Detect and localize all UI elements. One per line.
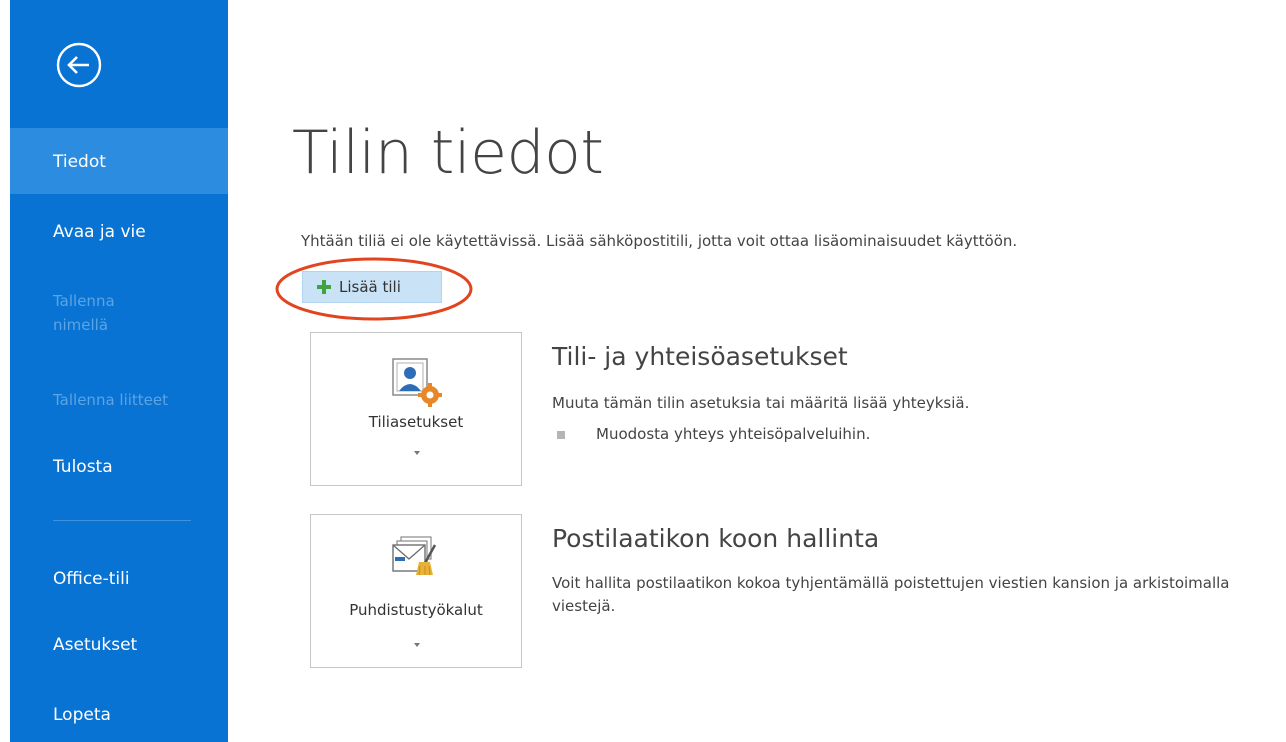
add-account-button[interactable]: Lisää tili xyxy=(302,271,442,303)
sidebar-item-tallenna-nimella: Tallenna nimellä xyxy=(10,282,228,342)
account-settings-label: Tiliasetukset xyxy=(368,413,464,431)
sidebar-divider xyxy=(53,520,191,521)
account-settings-heading: Tili- ja yhteisöasetukset xyxy=(552,342,848,371)
account-settings-description: Muuta tämän tilin asetuksia tai määritä … xyxy=(552,394,970,412)
cleanup-tools-tile[interactable]: Puhdistustyökalut xyxy=(310,514,522,668)
back-arrow-circle-icon xyxy=(56,42,102,88)
chevron-down-icon xyxy=(414,643,420,647)
social-connect-item: Muodosta yhteys yhteisöpalveluihin. xyxy=(596,425,871,443)
no-accounts-message: Yhtään tiliä ei ole käytettävissä. Lisää… xyxy=(301,232,1018,250)
sidebar-item-tallenna-liitteet: Tallenna liitteet xyxy=(10,386,228,416)
chevron-down-icon xyxy=(414,451,420,455)
bullet-icon xyxy=(557,431,565,439)
sidebar-item-tulosta[interactable]: Tulosta xyxy=(10,452,228,482)
sidebar-item-office-tili[interactable]: Office-tili xyxy=(10,564,228,594)
plus-icon xyxy=(317,280,331,294)
sidebar-item-label: Tallenna nimellä xyxy=(53,292,115,334)
add-account-label: Lisää tili xyxy=(339,278,401,296)
sidebar-item-label: Office-tili xyxy=(53,569,130,589)
sidebar-item-label: Avaa ja vie xyxy=(53,222,146,242)
mailbox-cleanup-heading: Postilaatikon koon hallinta xyxy=(552,524,880,553)
cleanup-tools-label: Puhdistustyökalut xyxy=(349,601,483,619)
page-title: Tilin tiedot xyxy=(292,118,604,188)
backstage-sidebar: Tiedot Avaa ja vie Tallenna nimellä Tall… xyxy=(10,0,228,742)
sidebar-item-lopeta[interactable]: Lopeta xyxy=(10,700,228,730)
sidebar-item-label: Tallenna liitteet xyxy=(53,391,169,409)
back-button[interactable] xyxy=(56,42,102,88)
sidebar-item-tiedot[interactable]: Tiedot xyxy=(10,128,228,194)
sidebar-item-asetukset[interactable]: Asetukset xyxy=(10,630,228,660)
sidebar-item-avaa-ja-vie[interactable]: Avaa ja vie xyxy=(10,212,228,252)
cleanup-tools-icon xyxy=(392,536,437,576)
account-settings-icon xyxy=(392,358,442,407)
sidebar-item-label: Tiedot xyxy=(53,152,106,172)
sidebar-item-label: Asetukset xyxy=(53,635,138,655)
backstage-view: Tiedot Avaa ja vie Tallenna nimellä Tall… xyxy=(0,0,1286,742)
account-settings-tile[interactable]: Tiliasetukset xyxy=(310,332,522,486)
mailbox-cleanup-description: Voit hallita postilaatikon kokoa tyhjent… xyxy=(552,574,1230,615)
sidebar-item-label: Lopeta xyxy=(53,705,111,725)
sidebar-item-label: Tulosta xyxy=(53,457,113,477)
